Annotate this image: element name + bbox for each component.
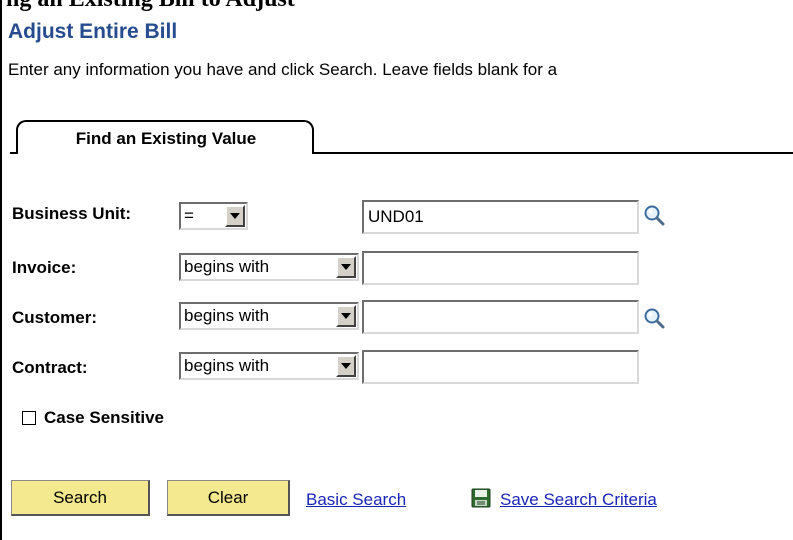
basic-search-link[interactable]: Basic Search bbox=[306, 490, 406, 510]
search-button[interactable]: Search bbox=[11, 480, 150, 516]
business-unit-lookup-icon[interactable] bbox=[642, 203, 666, 227]
floppy-disk-icon[interactable] bbox=[471, 488, 491, 508]
tab-label: Find an Existing Value bbox=[75, 129, 257, 148]
case-sensitive-row: Case Sensitive bbox=[22, 408, 164, 428]
business-unit-label: Business Unit: bbox=[12, 204, 132, 223]
page-title: Adjust Entire Bill bbox=[8, 20, 178, 43]
invoice-label: Invoice: bbox=[12, 258, 77, 277]
customer-label: Customer: bbox=[12, 308, 98, 327]
invoice-operator-select[interactable]: begins with bbox=[179, 253, 359, 281]
dropdown-arrow-icon[interactable] bbox=[336, 256, 356, 278]
business-unit-operator-select[interactable]: = bbox=[179, 202, 248, 230]
customer-operator-value: begins with bbox=[184, 306, 270, 325]
page: ng an Existing Bill to Adjust Adjust Ent… bbox=[0, 0, 793, 540]
customer-input[interactable] bbox=[362, 300, 639, 334]
dropdown-arrow-icon[interactable] bbox=[225, 205, 245, 227]
save-search-criteria-link[interactable]: Save Search Criteria bbox=[500, 490, 657, 510]
clear-button[interactable]: Clear bbox=[167, 480, 290, 516]
document-heading: ng an Existing Bill to Adjust bbox=[6, 0, 295, 13]
contract-label: Contract: bbox=[12, 358, 88, 377]
invoice-operator-value: begins with bbox=[184, 257, 270, 276]
window-border bbox=[0, 0, 2, 540]
instructions-text: Enter any information you have and click… bbox=[8, 60, 558, 79]
business-unit-operator-value: = bbox=[184, 206, 194, 225]
business-unit-input[interactable] bbox=[362, 200, 639, 234]
dropdown-arrow-icon[interactable] bbox=[336, 305, 356, 327]
contract-operator-value: begins with bbox=[184, 356, 270, 375]
customer-operator-select[interactable]: begins with bbox=[179, 302, 359, 330]
contract-operator-select[interactable]: begins with bbox=[179, 352, 359, 380]
dropdown-arrow-icon[interactable] bbox=[336, 355, 356, 377]
tab-find-existing-value[interactable]: Find an Existing Value bbox=[16, 120, 314, 154]
customer-lookup-icon[interactable] bbox=[642, 306, 666, 330]
contract-input[interactable] bbox=[362, 350, 639, 384]
case-sensitive-checkbox[interactable] bbox=[22, 411, 36, 425]
invoice-input[interactable] bbox=[362, 251, 639, 285]
case-sensitive-label: Case Sensitive bbox=[44, 408, 165, 427]
